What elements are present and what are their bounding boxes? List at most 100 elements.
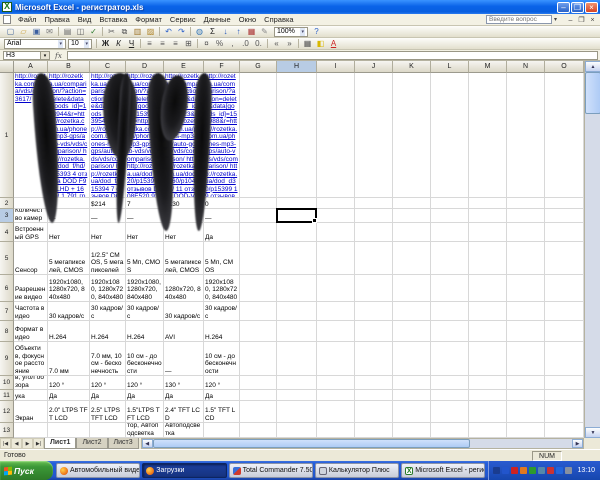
cell-F9[interactable]: 10 см - до бесконечности — [204, 342, 240, 376]
cell-M8[interactable] — [469, 321, 507, 342]
undo-icon[interactable]: ↶ — [162, 26, 175, 37]
cell-O10[interactable] — [545, 376, 584, 390]
cell-E5[interactable]: 5 мегапикселей, CMOS — [164, 242, 204, 275]
column-header-H[interactable]: H — [277, 61, 317, 73]
cell-N5[interactable] — [507, 242, 545, 275]
cell-N13[interactable] — [507, 423, 545, 438]
cell-A10[interactable]: Объектив, угол обзора — [14, 376, 48, 390]
cell-C11[interactable]: Да — [90, 390, 126, 401]
cell-N6[interactable] — [507, 275, 545, 302]
chart-wizard-icon[interactable]: ▦ — [245, 26, 258, 37]
cell-L5[interactable] — [431, 242, 469, 275]
paste-icon[interactable]: ▥ — [131, 26, 144, 37]
cut-icon[interactable]: ✂ — [105, 26, 118, 37]
cell-F10[interactable]: 120 ° — [204, 376, 240, 390]
cell-G1[interactable] — [240, 73, 277, 198]
cell-C4[interactable]: Нет — [90, 223, 126, 242]
cell-B8[interactable]: H.264 — [48, 321, 90, 342]
cell-B11[interactable]: Да — [48, 390, 90, 401]
cell-K10[interactable] — [393, 376, 431, 390]
cell-C8[interactable]: H.264 — [90, 321, 126, 342]
row-header-9[interactable]: 9 — [0, 342, 14, 376]
cell-C9[interactable]: 7.0 мм, 10 см - бесконечность — [90, 342, 126, 376]
row-header-13[interactable]: 13 — [0, 423, 14, 438]
help-icon[interactable]: ? — [310, 26, 323, 37]
cell-M9[interactable] — [469, 342, 507, 376]
cell-H12[interactable] — [277, 401, 317, 423]
cell-N7[interactable] — [507, 302, 545, 321]
selected-cell-H3[interactable] — [276, 208, 317, 223]
cell-M3[interactable] — [469, 209, 507, 223]
cell-C5[interactable]: 1/2.5" CMOS, 5 мегапикселей — [90, 242, 126, 275]
cell-F12[interactable]: 1.5" TFT LCD — [204, 401, 240, 423]
cell-M10[interactable] — [469, 376, 507, 390]
cell-A3[interactable]: Количество камер — [14, 209, 48, 223]
cell-C6[interactable]: 1920x1080, 1280x720, 840x480 — [90, 275, 126, 302]
menu-item-3[interactable]: Вид — [74, 15, 96, 24]
row-header-5[interactable]: 5 — [0, 242, 14, 275]
task-button-1[interactable]: Автомобильный видео... — [56, 463, 140, 478]
cell-F13[interactable] — [204, 423, 240, 438]
align-center-icon[interactable]: ≡ — [156, 38, 169, 49]
cell-K4[interactable] — [393, 223, 431, 242]
cell-D4[interactable]: Нет — [126, 223, 164, 242]
cell-A9[interactable]: Объектив, фокусное расстояние — [14, 342, 48, 376]
cell-H11[interactable] — [277, 390, 317, 401]
column-header-O[interactable]: O — [545, 61, 584, 73]
cell-O3[interactable] — [545, 209, 584, 223]
tray-icon-8[interactable] — [556, 467, 563, 474]
tray-icon-4[interactable] — [520, 467, 527, 474]
row-header-4[interactable]: 4 — [0, 223, 14, 242]
cell-O7[interactable] — [545, 302, 584, 321]
cell-D5[interactable]: 5 Мп, CMOS — [126, 242, 164, 275]
column-header-D[interactable]: D — [126, 61, 164, 73]
cell-H9[interactable] — [277, 342, 317, 376]
cell-I12[interactable] — [317, 401, 355, 423]
cell-M2[interactable] — [469, 198, 507, 209]
menu-item-4[interactable]: Вставка — [95, 15, 131, 24]
row-header-12[interactable]: 12 — [0, 401, 14, 423]
cell-G9[interactable] — [240, 342, 277, 376]
cell-E8[interactable]: AVI — [164, 321, 204, 342]
cell-L7[interactable] — [431, 302, 469, 321]
horizontal-scroll-thumb[interactable] — [153, 439, 471, 448]
cell-I8[interactable] — [317, 321, 355, 342]
cell-J4[interactable] — [355, 223, 393, 242]
scroll-down-icon[interactable]: ▼ — [585, 427, 600, 438]
row-header-10[interactable]: 10 — [0, 376, 14, 390]
cell-O5[interactable] — [545, 242, 584, 275]
column-header-M[interactable]: M — [469, 61, 507, 73]
cell-M5[interactable] — [469, 242, 507, 275]
tray-icon-9[interactable] — [565, 467, 572, 474]
cell-D7[interactable]: 30 кадров/с — [126, 302, 164, 321]
tray-icon-1[interactable] — [493, 467, 500, 474]
cell-K2[interactable] — [393, 198, 431, 209]
cell-L10[interactable] — [431, 376, 469, 390]
sheet-tab-Лист3[interactable]: Лист3 — [108, 438, 139, 449]
cell-A11[interactable]: Запись звука — [14, 390, 48, 401]
cell-B7[interactable]: 30 кадров/с — [48, 302, 90, 321]
menu-item-5[interactable]: Формат — [131, 15, 166, 24]
cell-J10[interactable] — [355, 376, 393, 390]
cell-O8[interactable] — [545, 321, 584, 342]
cell-N9[interactable] — [507, 342, 545, 376]
percent-icon[interactable]: % — [213, 38, 226, 49]
restore-button[interactable]: ❐ — [571, 2, 584, 13]
scroll-left-icon[interactable]: ◀ — [142, 439, 153, 448]
cell-C12[interactable]: 2.5" LTPS TFT LCD — [90, 401, 126, 423]
cell-G2[interactable] — [240, 198, 277, 209]
cell-I5[interactable] — [317, 242, 355, 275]
cell-L13[interactable] — [431, 423, 469, 438]
cell-E12[interactable]: 2.4" TFT LCD — [164, 401, 204, 423]
print-icon[interactable]: ▤ — [61, 26, 74, 37]
cell-O12[interactable] — [545, 401, 584, 423]
merge-center-icon[interactable]: ⊞ — [182, 38, 195, 49]
tab-scroll-last-icon[interactable]: ▶| — [33, 438, 44, 449]
cell-J6[interactable] — [355, 275, 393, 302]
column-header-E[interactable]: E — [164, 61, 204, 73]
cell-I11[interactable] — [317, 390, 355, 401]
spelling-icon[interactable]: ✓ — [87, 26, 100, 37]
cell-J1[interactable] — [355, 73, 393, 198]
font-color-icon[interactable]: A — [327, 38, 340, 49]
cell-L9[interactable] — [431, 342, 469, 376]
